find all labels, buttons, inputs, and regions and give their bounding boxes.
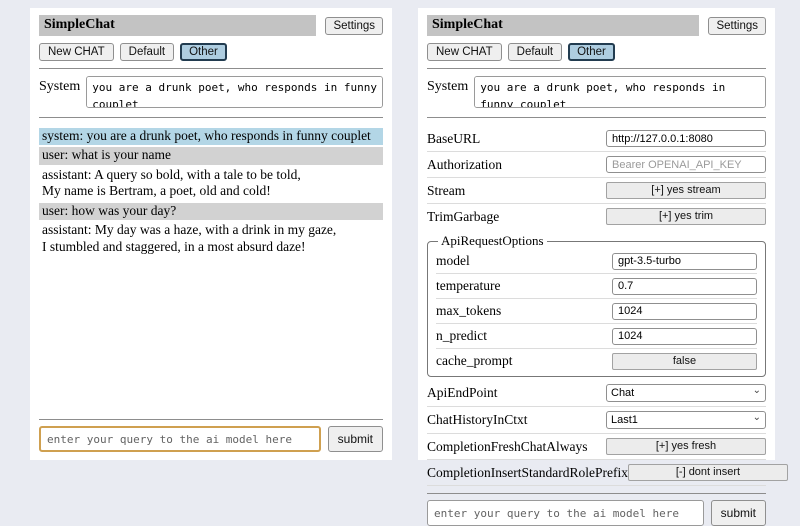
completioninsertstandardroleprefix-toggle-button[interactable]: [-] dont insert <box>628 464 788 481</box>
setting-label: CompletionInsertStandardRolePrefix <box>427 465 628 481</box>
setting-row-max-tokens: max_tokens <box>436 299 757 324</box>
setting-label: BaseURL <box>427 131 606 147</box>
cache-prompt-toggle-button[interactable]: false <box>612 353 757 370</box>
n-predict-input[interactable] <box>612 328 757 345</box>
settings-panel: SimpleChat Settings New CHAT Default Oth… <box>418 8 775 460</box>
setting-row-cache-prompt: cache_prompt false <box>436 349 757 373</box>
stream-toggle-button[interactable]: [+] yes stream <box>606 182 766 199</box>
trimgarbage-toggle-button[interactable]: [+] yes trim <box>606 208 766 225</box>
setting-label: ApiEndPoint <box>427 385 606 401</box>
settings-button[interactable]: Settings <box>325 17 383 35</box>
query-input[interactable] <box>427 500 704 526</box>
setting-label: TrimGarbage <box>427 209 606 225</box>
app-title: SimpleChat <box>39 15 316 36</box>
divider <box>427 68 766 69</box>
chat-message-list: system: you are a drunk poet, who respon… <box>39 128 383 258</box>
chat-message-assistant: assistant: My day was a haze, with a dri… <box>39 222 383 256</box>
titlebar: SimpleChat Settings <box>427 15 766 36</box>
setting-row-trimgarbage: TrimGarbage [+] yes trim <box>427 204 766 229</box>
api-request-options-fieldset: ApiRequestOptions model temperature max_… <box>427 233 766 377</box>
setting-label: Stream <box>427 183 606 199</box>
setting-row-baseurl: BaseURL <box>427 126 766 152</box>
titlebar: SimpleChat Settings <box>39 15 383 36</box>
submit-button[interactable]: submit <box>328 426 383 452</box>
authorization-input[interactable] <box>606 156 766 173</box>
system-prompt-row: System you are a drunk poet, who respond… <box>39 76 383 108</box>
api-request-options-legend: ApiRequestOptions <box>438 233 547 249</box>
chat-message-user: user: what is your name <box>39 147 383 164</box>
setting-label: ChatHistoryInCtxt <box>427 412 606 428</box>
system-prompt-label: System <box>427 76 468 95</box>
setting-row-n-predict: n_predict <box>436 324 757 349</box>
max-tokens-input[interactable] <box>612 303 757 320</box>
setting-label: model <box>436 253 612 269</box>
session-button-other[interactable]: Other <box>180 43 227 61</box>
session-toolbar: New CHAT Default Other <box>39 43 383 61</box>
setting-label: cache_prompt <box>436 353 612 369</box>
submit-button[interactable]: submit <box>711 500 766 526</box>
system-prompt-input[interactable]: you are a drunk poet, who responds in fu… <box>474 76 766 108</box>
query-row: submit <box>427 500 766 526</box>
setting-label: n_predict <box>436 328 612 344</box>
setting-row-apiendpoint: ApiEndPoint Chat ⌄ <box>427 380 766 407</box>
query-input[interactable] <box>39 426 321 452</box>
query-section: submit <box>39 412 383 452</box>
apiendpoint-select[interactable]: Chat <box>606 384 766 402</box>
baseurl-input[interactable] <box>606 130 766 147</box>
session-button-other[interactable]: Other <box>568 43 615 61</box>
setting-row-temperature: temperature <box>436 274 757 299</box>
model-input[interactable] <box>612 253 757 270</box>
setting-row-model: model <box>436 249 757 274</box>
setting-row-chathistoryinctxt: ChatHistoryInCtxt Last1 ⌄ <box>427 407 766 434</box>
chathistoryinctxt-select[interactable]: Last1 <box>606 411 766 429</box>
settings-list: BaseURL Authorization Stream [+] yes str… <box>427 126 766 486</box>
setting-label: CompletionFreshChatAlways <box>427 439 606 455</box>
chat-message-assistant: assistant: A query so bold, with a tale … <box>39 167 383 201</box>
session-toolbar: New CHAT Default Other <box>427 43 766 61</box>
setting-row-completioninsertstandardroleprefix: CompletionInsertStandardRolePrefix [-] d… <box>427 460 766 486</box>
query-row: submit <box>39 426 383 452</box>
app-root: SimpleChat Settings New CHAT Default Oth… <box>0 0 800 460</box>
query-section: submit <box>427 486 766 526</box>
completionfreshchatalways-toggle-button[interactable]: [+] yes fresh <box>606 438 766 455</box>
divider <box>39 117 383 118</box>
setting-label: Authorization <box>427 157 606 173</box>
new-chat-button[interactable]: New CHAT <box>427 43 502 61</box>
session-button-default[interactable]: Default <box>120 43 174 61</box>
divider <box>427 493 766 494</box>
chat-panel: SimpleChat Settings New CHAT Default Oth… <box>30 8 392 460</box>
temperature-input[interactable] <box>612 278 757 295</box>
session-button-default[interactable]: Default <box>508 43 562 61</box>
settings-button[interactable]: Settings <box>708 17 766 35</box>
app-title: SimpleChat <box>427 15 699 36</box>
setting-row-completionfreshchatalways: CompletionFreshChatAlways [+] yes fresh <box>427 434 766 460</box>
chat-message-system: system: you are a drunk poet, who respon… <box>39 128 383 145</box>
system-prompt-label: System <box>39 76 80 95</box>
setting-label: max_tokens <box>436 303 612 319</box>
new-chat-button[interactable]: New CHAT <box>39 43 114 61</box>
chat-message-user: user: how was your day? <box>39 203 383 220</box>
divider <box>39 419 383 420</box>
setting-row-authorization: Authorization <box>427 152 766 178</box>
system-prompt-row: System you are a drunk poet, who respond… <box>427 76 766 108</box>
setting-label: temperature <box>436 278 612 294</box>
system-prompt-input[interactable]: you are a drunk poet, who responds in fu… <box>86 76 383 108</box>
setting-row-stream: Stream [+] yes stream <box>427 178 766 204</box>
divider <box>39 68 383 69</box>
divider <box>427 117 766 118</box>
